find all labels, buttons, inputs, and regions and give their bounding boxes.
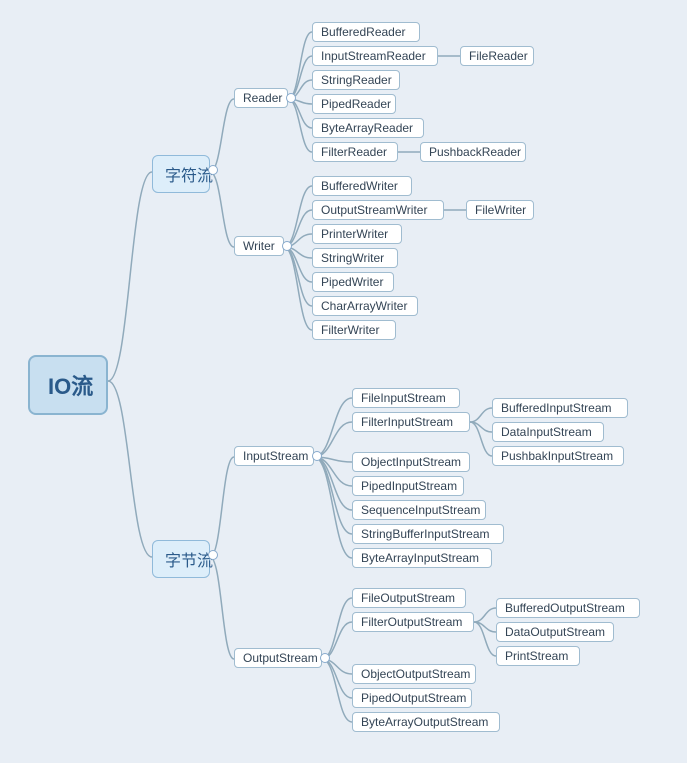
- node-FilterOutputStream: FilterOutputStream: [352, 612, 474, 632]
- node-ObjectOutputStream: ObjectOutputStream: [352, 664, 476, 684]
- node-IO流: IO流: [28, 355, 108, 415]
- node-Reader: Reader: [234, 88, 288, 108]
- node-PushbakInputStream: PushbakInputStream: [492, 446, 624, 466]
- node-ByteArrayReader: ByteArrayReader: [312, 118, 424, 138]
- node-OutputStream: OutputStream: [234, 648, 322, 668]
- node-字符流: 字符流: [152, 155, 210, 193]
- node-FilterWriter: FilterWriter: [312, 320, 396, 340]
- node-FileReader: FileReader: [460, 46, 534, 66]
- node-InputStream: InputStream: [234, 446, 314, 466]
- node-ByteArrayInputStream: ByteArrayInputStream: [352, 548, 492, 568]
- node-BufferedReader: BufferedReader: [312, 22, 420, 42]
- collapse-dot[interactable]: [208, 550, 218, 560]
- node-PipedOutputStream: PipedOutputStream: [352, 688, 472, 708]
- node-ObjectInputStream: ObjectInputStream: [352, 452, 470, 472]
- mind-map-container: IO流 字符流 Reader BufferedReader InputStreamRea…: [0, 0, 687, 763]
- node-OutputStreamWriter: OutputStreamWriter: [312, 200, 444, 220]
- node-StringBufferInputStream: StringBufferInputStream: [352, 524, 504, 544]
- node-PipedInputStream: PipedInputStream: [352, 476, 464, 496]
- node-ByteArrayOutputStream: ByteArrayOutputStream: [352, 712, 500, 732]
- collapse-dot[interactable]: [286, 93, 296, 103]
- collapse-dot[interactable]: [312, 451, 322, 461]
- node-SequenceInputStream: SequenceInputStream: [352, 500, 486, 520]
- node-CharArrayWriter: CharArrayWriter: [312, 296, 418, 316]
- node-FileWriter: FileWriter: [466, 200, 534, 220]
- node-BufferedOutputStream: BufferedOutputStream: [496, 598, 640, 618]
- node-字节流: 字节流: [152, 540, 210, 578]
- node-PipedWriter: PipedWriter: [312, 272, 394, 292]
- node-PrinterWriter: PrinterWriter: [312, 224, 402, 244]
- node-DataOutputStream: DataOutputStream: [496, 622, 614, 642]
- collapse-dot[interactable]: [208, 165, 218, 175]
- node-FilterReader: FilterReader: [312, 142, 398, 162]
- node-InputStreamReader: InputStreamReader: [312, 46, 438, 66]
- node-DataInputStream: DataInputStream: [492, 422, 604, 442]
- node-FileOutputStream: FileOutputStream: [352, 588, 466, 608]
- node-BufferedInputStream: BufferedInputStream: [492, 398, 628, 418]
- node-FilterInputStream: FilterInputStream: [352, 412, 470, 432]
- collapse-dot[interactable]: [320, 653, 330, 663]
- node-StringWriter: StringWriter: [312, 248, 398, 268]
- collapse-dot[interactable]: [282, 241, 292, 251]
- node-BufferedWriter: BufferedWriter: [312, 176, 412, 196]
- node-PushbackReader: PushbackReader: [420, 142, 526, 162]
- node-StringReader: StringReader: [312, 70, 400, 90]
- node-Writer: Writer: [234, 236, 284, 256]
- node-FileInputStream: FileInputStream: [352, 388, 460, 408]
- node-PrintStream: PrintStream: [496, 646, 580, 666]
- node-PipedReader: PipedReader: [312, 94, 396, 114]
